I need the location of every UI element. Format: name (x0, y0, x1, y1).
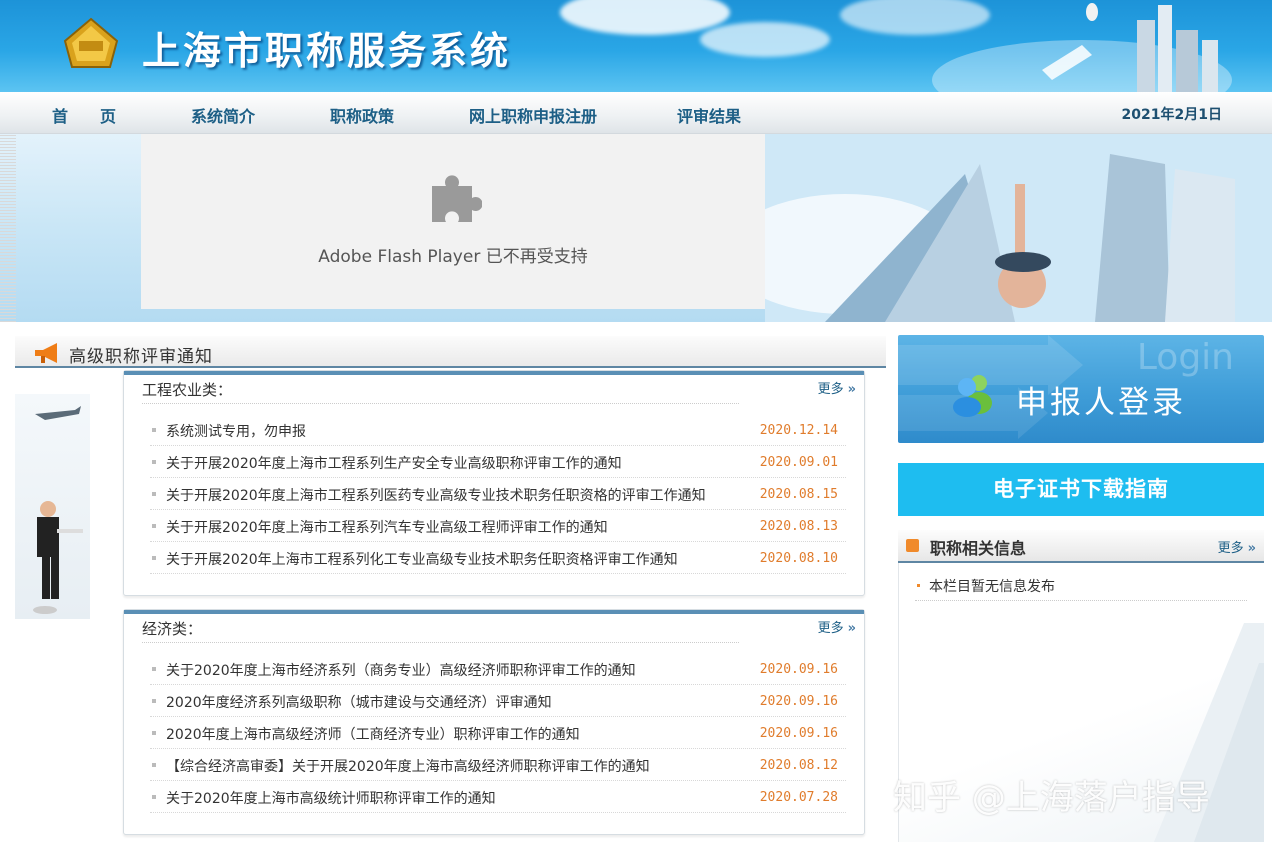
site-header: 上海市职称服务系统 (0, 0, 1272, 92)
notice-date: 2020.09.16 (759, 662, 838, 677)
senior-title-notice-header: 高级职称评审通知 (15, 336, 886, 368)
notice-date: 2020.07.28 (759, 790, 838, 805)
bullet-icon (152, 763, 156, 767)
related-info-header: 职称相关信息 更多» (898, 530, 1264, 563)
panel-title: 工程农业类： (142, 381, 233, 399)
list-item[interactable]: 关于2020年度上海市高级统计师职称评审工作的通知 2020.07.28 (150, 781, 846, 813)
notice-date: 2020.08.12 (759, 758, 838, 773)
more-link[interactable]: 更多» (818, 378, 856, 397)
notice-date: 2020.09.16 (759, 726, 838, 741)
shanghai-emblem-logo[interactable] (62, 17, 120, 69)
list-item[interactable]: 关于开展2020年度上海市工程系列生产安全专业高级职称评审工作的通知 2020.0… (150, 446, 846, 478)
main-nav: 首 页 系统简介 职称政策 网上职称申报注册 评审结果 2021年2月1日 (0, 92, 1272, 134)
notice-link[interactable]: 2020年度上海市高级经济师（工商经济专业）职称评审工作的通知 (166, 724, 580, 744)
flash-plugin-placeholder[interactable]: Adobe Flash Player 已不再受支持 (141, 134, 765, 309)
panel-top-bar (124, 371, 864, 375)
e-certificate-guide-button[interactable]: 电子证书下载指南 (898, 463, 1264, 516)
bullet-icon (917, 584, 920, 587)
panel-divider (142, 642, 739, 643)
notice-date: 2020.08.15 (759, 487, 838, 502)
bullet-icon (152, 699, 156, 703)
notice-link[interactable]: 【综合经济高审委】关于开展2020年度上海市高级经济师职称评审工作的通知 (166, 756, 650, 776)
cloud-decoration (560, 0, 730, 35)
double-chevron-icon: » (847, 621, 856, 636)
economics-panel: 经济类： 更多» 关于2020年度上海市经济系列（商务专业）高级经济师职称评审工… (123, 609, 865, 835)
notice-link[interactable]: 关于开展2020年度上海市工程系列汽车专业高级工程师评审工作的通知 (166, 517, 608, 537)
bullet-icon (152, 492, 156, 496)
megaphone-icon (35, 343, 57, 363)
more-link[interactable]: 更多» (818, 617, 856, 636)
plugin-puzzle-icon (432, 175, 482, 222)
bullet-icon (152, 428, 156, 432)
double-chevron-icon: » (1247, 541, 1256, 556)
hero-banner: Adobe Flash Player 已不再受支持 (0, 134, 1272, 322)
cloud-decoration (700, 22, 830, 57)
engineering-agriculture-panel: 工程农业类： 更多» 系统测试专用，勿申报 2020.12.14 关于开展2020… (123, 370, 865, 596)
section-title: 高级职称评审通知 (69, 347, 213, 367)
login-watermark-text: Login (1136, 337, 1234, 378)
site-title: 上海市职称服务系统 (142, 29, 512, 73)
bullet-icon (152, 460, 156, 464)
notice-link[interactable]: 关于开展2020年度上海市工程系列医药专业高级专业技术职务任职资格的评审工作通知 (166, 485, 706, 505)
bullet-icon (152, 524, 156, 528)
bullet-icon (152, 731, 156, 735)
panel-title: 经济类： (142, 620, 203, 638)
more-link[interactable]: 更多» (1218, 537, 1256, 556)
notice-link[interactable]: 关于开展2020年度上海市工程系列生产安全专业高级职称评审工作的通知 (166, 453, 622, 473)
notice-date: 2020.08.10 (759, 551, 838, 566)
notice-link[interactable]: 2020年度经济系列高级职称（城市建设与交通经济）评审通知 (166, 692, 552, 712)
nav-system-intro[interactable]: 系统简介 (191, 103, 255, 127)
info-square-icon (906, 539, 919, 552)
notice-date: 2020.09.01 (759, 455, 838, 470)
cert-guide-label: 电子证书下载指南 (993, 477, 1169, 501)
flash-unsupported-message: Adobe Flash Player 已不再受支持 (318, 247, 588, 267)
nav-title-policy[interactable]: 职称政策 (330, 103, 394, 127)
banner-dot-pattern (0, 134, 16, 322)
notice-link[interactable]: 关于2020年度上海市高级统计师职称评审工作的通知 (166, 788, 496, 808)
list-item[interactable]: 关于开展2020年度上海市工程系列医药专业高级专业技术职务任职资格的评审工作通知… (150, 478, 846, 510)
notice-link[interactable]: 系统测试专用，勿申报 (166, 421, 306, 441)
notice-link[interactable]: 关于2020年度上海市经济系列（商务专业）高级经济师职称评审工作的通知 (166, 660, 636, 680)
banner-city-illustration (765, 134, 1272, 322)
list-item[interactable]: 关于2020年度上海市经济系列（商务专业）高级经济师职称评审工作的通知 2020.… (150, 653, 846, 685)
panel-divider (142, 403, 739, 404)
notice-date: 2020.09.16 (759, 694, 838, 709)
nav-review-results[interactable]: 评审结果 (677, 103, 741, 127)
list-item[interactable]: 2020年度上海市高级经济师（工商经济专业）职称评审工作的通知 2020.09.1… (150, 717, 846, 749)
businessman-illustration (15, 394, 90, 619)
notice-link[interactable]: 关于开展2020年上海市工程系列化工专业高级专业技术职务任职资格评审工作通知 (166, 549, 678, 569)
user-group-icon (953, 375, 992, 417)
zhihu-watermark: 知乎 @上海落户指导 (893, 778, 1210, 818)
list-item[interactable]: 关于开展2020年上海市工程系列化工专业高级专业技术职务任职资格评审工作通知 20… (150, 542, 846, 574)
list-item[interactable]: 2020年度经济系列高级职称（城市建设与交通经济）评审通知 2020.09.16 (150, 685, 846, 717)
skyline-illustration (932, 3, 1232, 92)
panel-top-bar (124, 610, 864, 614)
list-item[interactable]: 系统测试专用，勿申报 2020.12.14 (150, 414, 846, 446)
bullet-icon (152, 667, 156, 671)
nav-home[interactable]: 首 页 (52, 103, 116, 127)
list-item[interactable]: 本栏目暂无信息发布 (915, 573, 1247, 601)
list-item[interactable]: 关于开展2020年度上海市工程系列汽车专业高级工程师评审工作的通知 2020.08… (150, 510, 846, 542)
info-text: 本栏目暂无信息发布 (929, 579, 1055, 595)
bullet-icon (152, 795, 156, 799)
related-info-title: 职称相关信息 (930, 539, 1027, 558)
notice-date: 2020.08.13 (759, 519, 838, 534)
login-label: 申报人登录 (1016, 385, 1186, 421)
notice-date: 2020.12.14 (759, 423, 838, 438)
current-date: 2021年2月1日 (1121, 107, 1222, 123)
double-chevron-icon: » (847, 382, 856, 397)
list-item[interactable]: 【综合经济高审委】关于开展2020年度上海市高级经济师职称评审工作的通知 2020… (150, 749, 846, 781)
bullet-icon (152, 556, 156, 560)
applicant-login-button[interactable]: Login 申报人登录 (898, 335, 1264, 443)
nav-online-registration[interactable]: 网上职称申报注册 (469, 103, 597, 127)
